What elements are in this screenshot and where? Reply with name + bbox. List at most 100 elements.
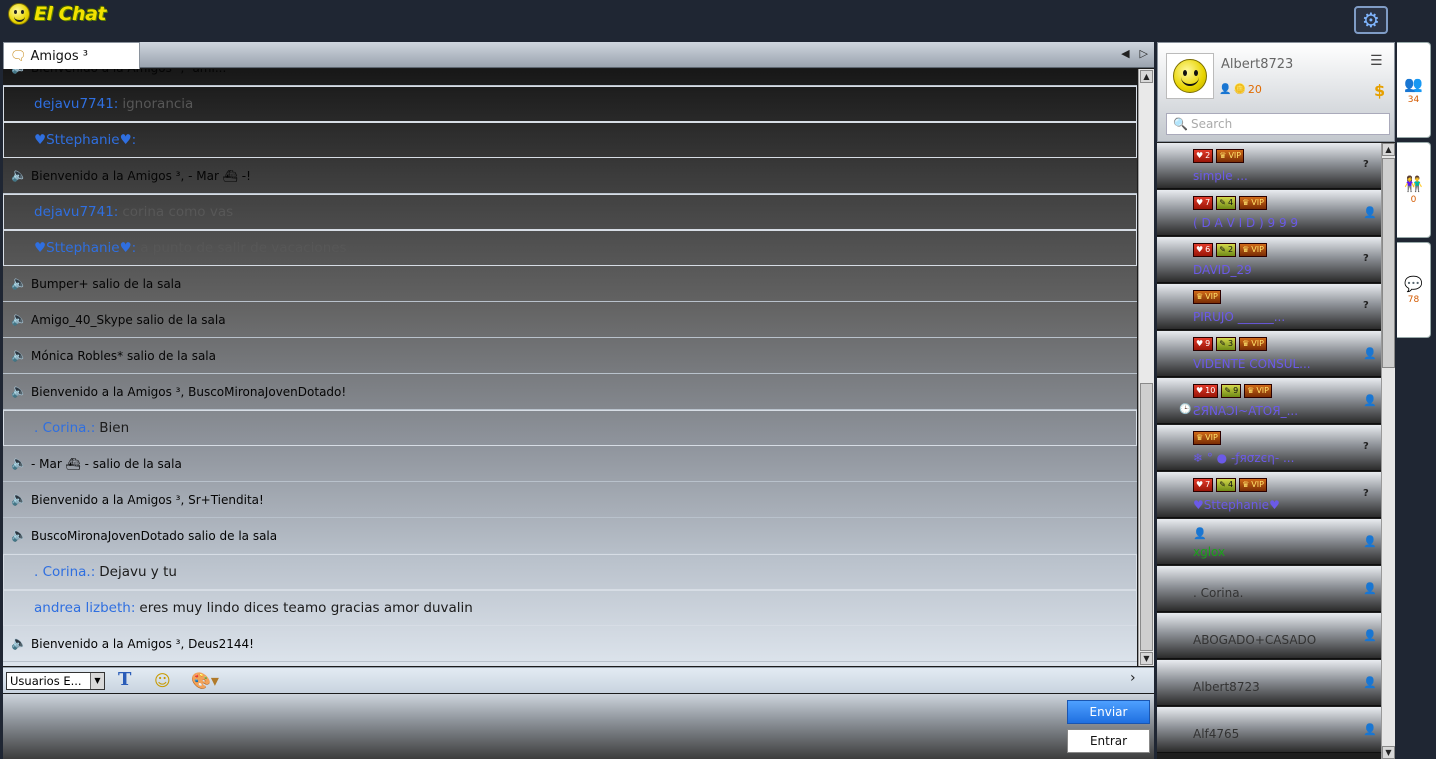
heart-icon: ♥ <box>1196 386 1204 395</box>
system-message: 🔈 Bienvenido a la Amigos ³, Deus2144! <box>3 626 1137 662</box>
gear-icon: ⚙ <box>1362 8 1380 32</box>
male-user-icon[interactable]: 👤 <box>1363 206 1377 219</box>
enter-button[interactable]: Entrar <box>1067 729 1150 753</box>
user-name: ƧЯNAƆI~ATOЯ_... <box>1193 404 1299 418</box>
message-nick[interactable]: . Corina.: <box>34 420 95 436</box>
male-user-icon[interactable]: 👤 <box>1363 676 1377 689</box>
male-user-icon[interactable]: 👤 <box>1363 347 1377 360</box>
user-name: Albert8723 <box>1193 680 1260 694</box>
male-user-icon[interactable]: 👤 <box>1363 394 1377 407</box>
users-group-icon: 👥 <box>1404 75 1423 93</box>
user-list-item[interactable]: ♛ VIP ❄ ° ● -ƒяσzєη- ...? <box>1157 425 1381 471</box>
speaker-icon: 🔈 <box>11 528 28 543</box>
scroll-up-arrow-icon[interactable]: ▲ <box>1140 70 1153 83</box>
crown-icon: ♛ <box>1242 339 1250 348</box>
unknown-status-icon[interactable]: ? <box>1363 159 1369 170</box>
message-nick[interactable]: andrea lizbeth: <box>34 600 135 616</box>
send-button[interactable]: Enviar <box>1067 700 1150 724</box>
badge-value: VIP <box>1251 198 1264 207</box>
speaker-icon: 🔈 <box>11 384 28 399</box>
toolbar-next-arrow-icon[interactable]: › <box>1130 670 1136 686</box>
audience-select[interactable]: Usuarios E... ▼ <box>6 672 105 690</box>
male-user-icon[interactable]: 👤 <box>1363 629 1377 642</box>
side-tab-users[interactable]: 👥 34 <box>1397 42 1431 138</box>
badge-value: 2 <box>1205 151 1211 160</box>
message-body: corina como vas <box>122 204 234 220</box>
palette-icon[interactable]: 🎨▾ <box>191 671 219 690</box>
user-list-item[interactable]: ♥ 10 ✎ 9 ♛ VIP 🕒 ƧЯNAƆI~ATOЯ_... 👤 <box>1157 378 1381 424</box>
system-message-text: Bienvenido a la Amigos ³, - Mar ⛴ -! <box>31 168 251 183</box>
badge-value: 7 <box>1205 480 1211 489</box>
unknown-status-icon[interactable]: ? <box>1363 441 1369 452</box>
message-nick[interactable]: ♥Sttephanie♥: <box>34 240 136 256</box>
tab-prev-arrow-icon[interactable]: ◀ <box>1121 47 1129 60</box>
vip-badge: ♛ VIP <box>1244 384 1272 398</box>
system-message-text: - Mar ⛴ - salio de la sala <box>31 456 182 471</box>
scroll-down-arrow-icon[interactable]: ▼ <box>1140 652 1153 665</box>
list-menu-icon[interactable]: ☰ <box>1370 53 1383 69</box>
unknown-status-icon[interactable]: ? <box>1363 300 1369 311</box>
search-input[interactable]: 🔍 Search <box>1166 113 1390 135</box>
unknown-status-icon[interactable]: ? <box>1363 488 1369 499</box>
badge-value: 2 <box>1227 245 1234 254</box>
message-nick[interactable]: ♥Sttephanie♥: <box>34 132 136 148</box>
user-message: dejavu7741: ignorancia <box>3 86 1137 122</box>
badge-value: VIP <box>1256 386 1269 395</box>
user-list-item[interactable]: ♥ 6 ✎ 2 ♛ VIP DAVID_29? <box>1157 237 1381 283</box>
scroll-thumb[interactable] <box>1382 158 1395 368</box>
side-tab-friends[interactable]: 👫 0 <box>1397 142 1431 238</box>
scroll-down-arrow-icon[interactable]: ▼ <box>1382 746 1395 759</box>
user-badges: ♛ VIP <box>1193 431 1221 445</box>
pencil-badge: ✎ 4 <box>1216 478 1237 492</box>
heart-badge: ♥ 6 <box>1193 243 1214 257</box>
user-list-item[interactable]: ♥ 7 ✎ 4 ♛ VIP ♥Sttephanie♥? <box>1157 472 1381 518</box>
pencil-icon: ✎ <box>1219 339 1226 348</box>
system-message: 🔈 Bumper+ salio de la sala <box>3 266 1137 302</box>
room-tab-label: Amigos ³ <box>30 49 89 64</box>
user-name: ABOGADO+CASADO <box>1193 633 1317 647</box>
user-list-item[interactable]: . Corina. 👤 <box>1157 566 1381 612</box>
message-nick[interactable]: dejavu7741: <box>34 96 118 112</box>
dropdown-arrow-icon: ▼ <box>90 673 104 689</box>
crown-icon: ♛ <box>1242 480 1250 489</box>
user-list-item[interactable]: Alf4765 👤 <box>1157 707 1381 753</box>
tab-scroll-arrows: ◀ ▷ <box>1121 47 1148 60</box>
user-badges: ♛ VIP <box>1193 290 1221 304</box>
male-user-icon[interactable]: 👤 <box>1363 723 1377 736</box>
user-list-item[interactable]: ♥ 7 ✎ 4 ♛ VIP( D A V I D ) 9 9 9 👤 <box>1157 190 1381 236</box>
message-nick[interactable]: . Corina.: <box>34 564 95 580</box>
tab-next-arrow-icon[interactable]: ▷ <box>1140 47 1148 60</box>
speaker-icon: 🔈 <box>11 312 28 327</box>
dollar-icon[interactable]: $ <box>1374 81 1385 100</box>
user-list-item[interactable]: ♥ 2 ♛ VIP simple ...? <box>1157 143 1381 189</box>
friends-icon: 👫 <box>1404 175 1423 193</box>
user-list-item[interactable]: ABOGADO+CASADO 👤 <box>1157 613 1381 659</box>
audience-select-value: Usuarios E... <box>10 674 82 688</box>
side-tab-rooms[interactable]: 💬 78 <box>1397 242 1431 338</box>
message-body: eres muy lindo dices teamo gracias amor … <box>139 600 473 616</box>
scroll-thumb[interactable] <box>1140 383 1153 651</box>
room-tab[interactable]: 🗨 Amigos ³ <box>3 42 140 70</box>
user-list-item[interactable]: Albert8723 👤 <box>1157 660 1381 706</box>
badge-value: 4 <box>1227 480 1234 489</box>
text-format-icon[interactable]: T <box>118 669 131 690</box>
user-list-item[interactable]: 👤 xglox 👤 <box>1157 519 1381 565</box>
search-icon: 🔍 <box>1173 117 1188 131</box>
user-list-item[interactable]: ♛ VIP PIRUJO ______...? <box>1157 284 1381 330</box>
avatar[interactable] <box>1166 53 1214 99</box>
system-message: 🔈 Bienvenido a la Amigos ³, BuscoMironaJo… <box>3 374 1137 410</box>
emoji-icon[interactable]: ☺ <box>154 671 171 690</box>
scroll-up-arrow-icon[interactable]: ▲ <box>1382 143 1395 156</box>
unknown-status-icon[interactable]: ? <box>1363 253 1369 264</box>
user-message: dejavu7741: corina como vas <box>3 194 1137 230</box>
user-list-item[interactable]: ♥ 9 ✎ 3 ♛ VIP VIDENTE CONSUL... 👤 <box>1157 331 1381 377</box>
user-list-scrollbar[interactable]: ▲ ▼ <box>1381 143 1395 759</box>
female-user-icon[interactable]: 👤 <box>1363 535 1377 548</box>
female-user-icon[interactable]: 👤 <box>1363 582 1377 595</box>
messages-scrollbar[interactable]: ▲ ▼ <box>1138 69 1154 666</box>
settings-button[interactable]: ⚙ <box>1354 6 1388 34</box>
message-nick[interactable]: dejavu7741: <box>34 204 118 220</box>
crown-icon: ♛ <box>1242 198 1250 207</box>
compose-area[interactable]: Enviar Entrar <box>3 694 1154 759</box>
vip-badge: ♛ VIP <box>1239 478 1267 492</box>
